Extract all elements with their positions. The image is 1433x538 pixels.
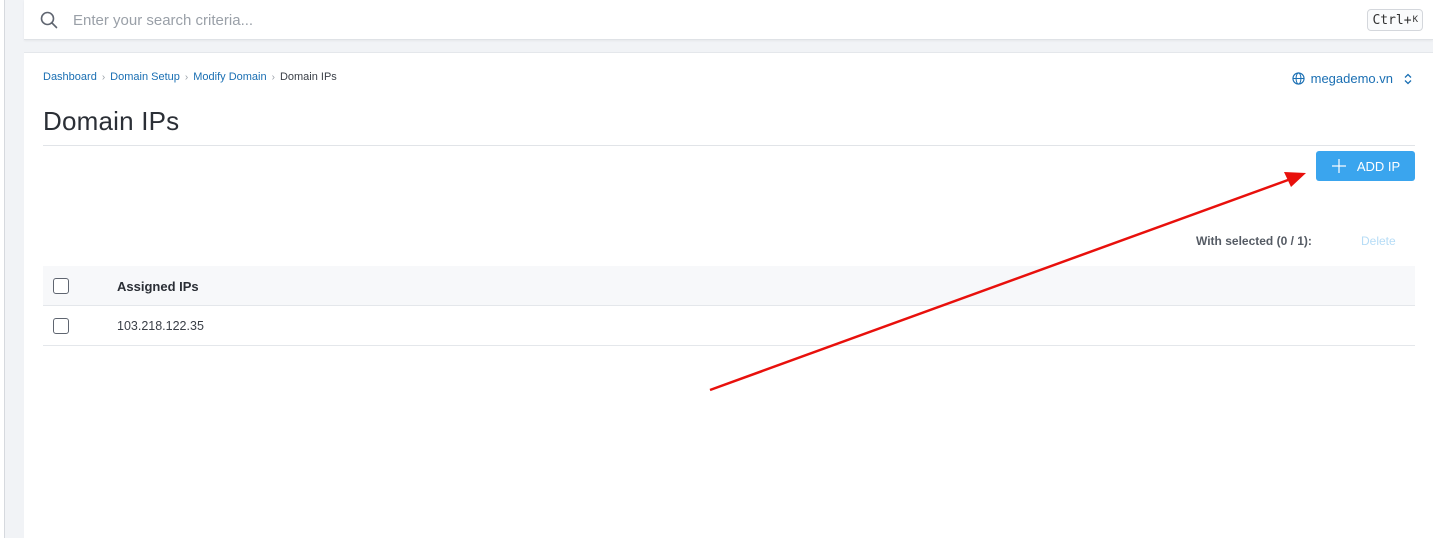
shortcut-key: K xyxy=(1412,15,1418,25)
breadcrumb-dashboard[interactable]: Dashboard xyxy=(43,71,97,83)
main-panel: Dashboard › Domain Setup › Modify Domain… xyxy=(24,52,1433,538)
breadcrumb: Dashboard › Domain Setup › Modify Domain… xyxy=(43,71,337,83)
chevron-up-down-icon xyxy=(1404,73,1412,84)
breadcrumb-separator-icon: › xyxy=(271,71,275,83)
table-header: Assigned IPs xyxy=(43,266,1415,306)
breadcrumb-separator-icon: › xyxy=(101,71,106,83)
row-checkbox[interactable] xyxy=(53,318,69,334)
assigned-ip-cell: 103.218.122.35 xyxy=(117,319,204,333)
breadcrumb-domain-setup[interactable]: Domain Setup xyxy=(110,71,180,83)
with-selected-label: With selected (0 / 1): xyxy=(1196,234,1312,248)
add-ip-button[interactable]: ADD IP xyxy=(1316,151,1415,181)
breadcrumb-current: Domain IPs xyxy=(279,71,337,83)
table-row: 103.218.122.35 xyxy=(43,306,1415,346)
select-all-checkbox[interactable] xyxy=(53,278,69,294)
delete-selected-button[interactable]: Delete xyxy=(1361,234,1396,248)
column-header-assigned-ips: Assigned IPs xyxy=(117,279,199,294)
plus-icon xyxy=(1331,159,1346,173)
search-input[interactable] xyxy=(73,6,1273,34)
domain-selector[interactable]: megademo.vn xyxy=(1291,71,1413,86)
search-icon xyxy=(40,11,58,29)
breadcrumb-modify-domain[interactable]: Modify Domain xyxy=(193,71,266,83)
title-divider xyxy=(43,145,1415,146)
breadcrumb-separator-icon: › xyxy=(184,71,189,83)
shortcut-modifier: Ctrl+ xyxy=(1372,12,1412,28)
keyboard-shortcut-badge: Ctrl+ K xyxy=(1367,9,1423,31)
add-ip-label: ADD IP xyxy=(1356,158,1401,174)
top-search-bar: Ctrl+K xyxy=(24,0,1433,40)
globe-icon xyxy=(1291,72,1305,85)
page-title: Domain IPs xyxy=(43,106,180,136)
domain-selector-value: megademo.vn xyxy=(1310,71,1393,86)
left-window-edge xyxy=(0,0,5,538)
